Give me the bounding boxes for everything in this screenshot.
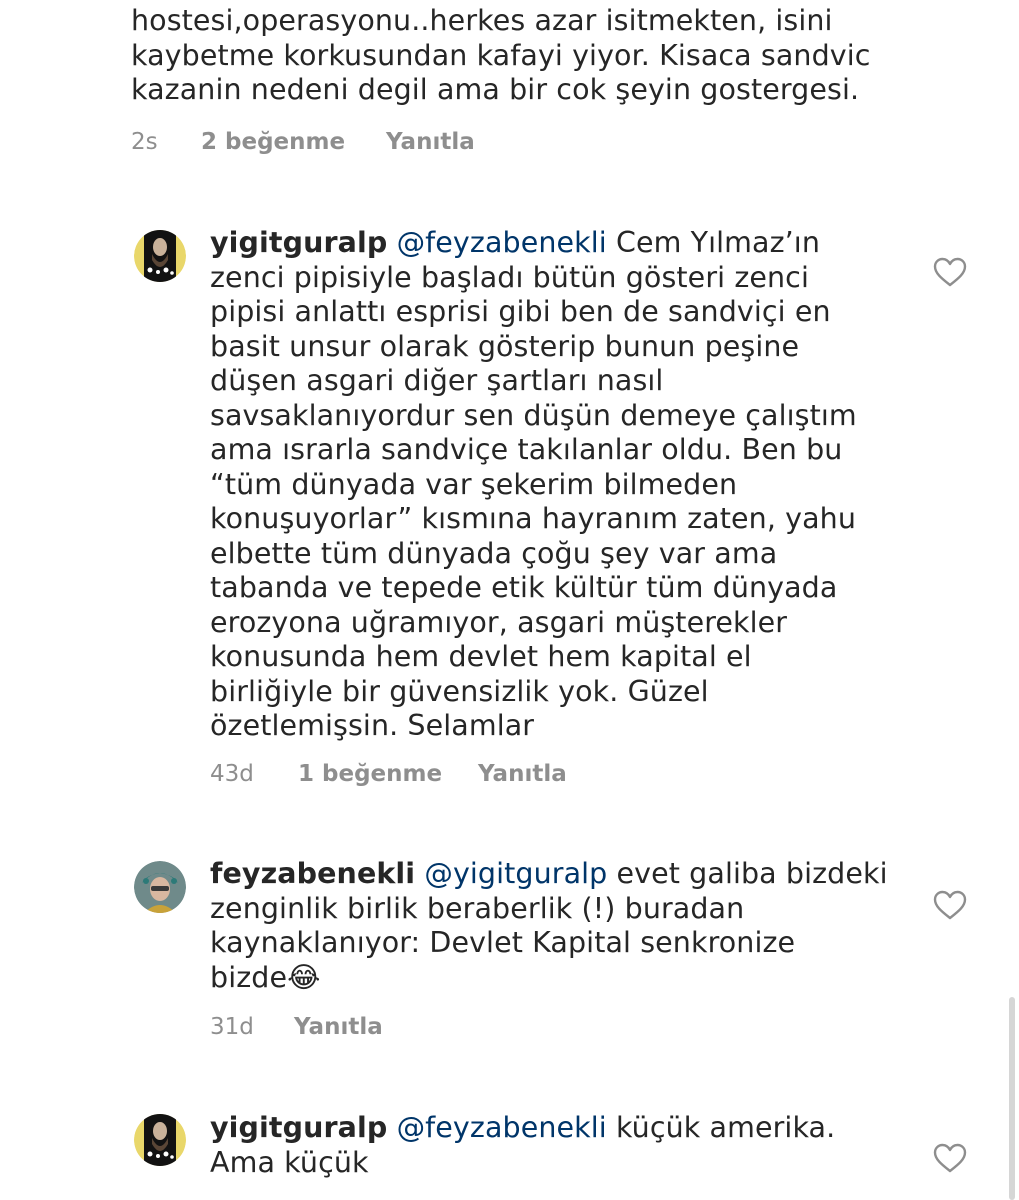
reply-button[interactable]: Yanıtla [294,1014,383,1040]
comment-body: yigitguralp @feyzabenekli Cem Yılmaz’ın … [210,226,890,744]
reply-button[interactable]: Yanıtla [386,129,475,155]
scrollbar[interactable] [1009,997,1015,1200]
avatar-image [134,1114,186,1166]
heart-outline-icon[interactable] [932,1142,968,1174]
avatar[interactable] [134,1114,186,1166]
comment-body: yigitguralp @feyzabenekli küçük amerika.… [210,1111,890,1180]
comment-time: 31d [210,1014,254,1040]
avatar-image [134,861,186,913]
comment-username[interactable]: yigitguralp [210,226,387,259]
comment-text: hostesi,operasyonu..herkes azar isitmekt… [131,4,871,106]
comment-username[interactable]: yigitguralp [210,1111,387,1144]
comment-time: 43d [210,761,254,787]
avatar[interactable] [134,230,186,282]
reply-button[interactable]: Yanıtla [478,761,567,787]
heart-outline-icon[interactable] [932,256,968,288]
avatar-image [134,230,186,282]
comment-username[interactable]: feyzabenekli [210,857,415,890]
comment-text: Cem Yılmaz’ın zenci pipisiyle başladı bü… [210,226,857,742]
comment-mention[interactable]: @feyzabenekli [397,226,607,259]
comment-time: 2s [131,129,158,155]
comment-body: feyzabenekli @yigitguralp evet galiba bi… [210,857,890,995]
comment-mention[interactable]: @feyzabenekli [397,1111,607,1144]
likes-count-button[interactable]: 1 beğenme [298,761,442,787]
comment-mention[interactable]: @yigitguralp [424,857,607,890]
heart-outline-icon[interactable] [932,889,968,921]
avatar[interactable] [134,861,186,913]
likes-count-button[interactable]: 2 beğenme [201,129,345,155]
